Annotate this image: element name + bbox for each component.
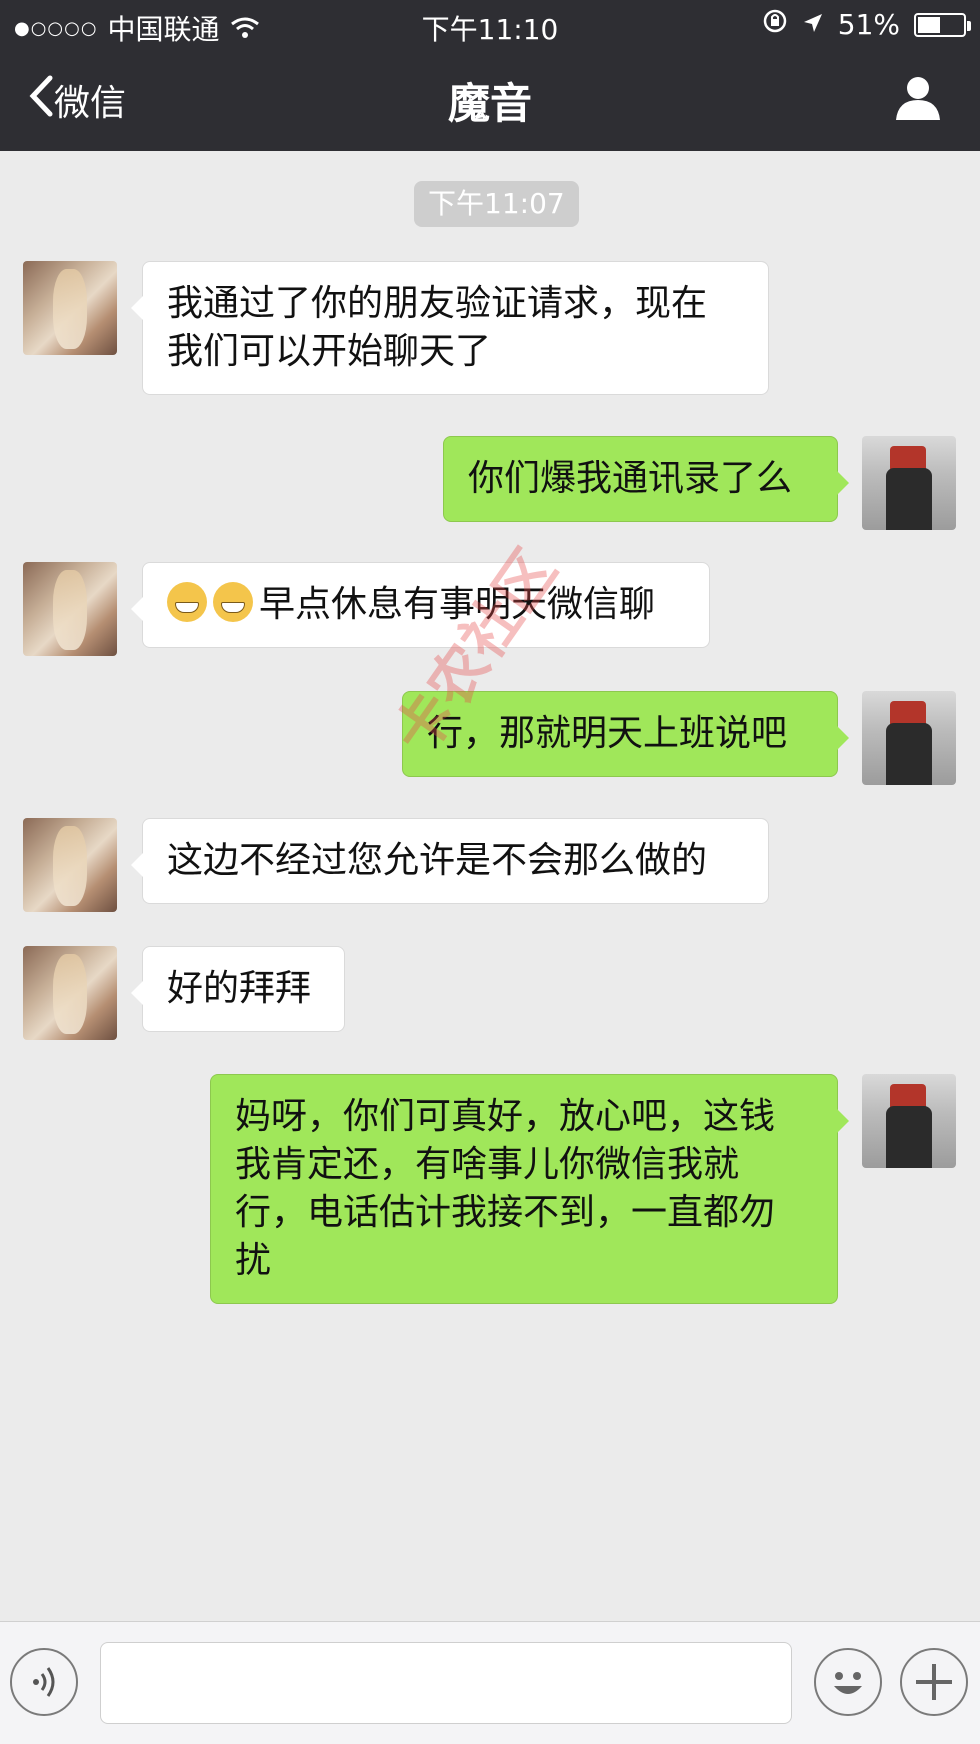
- message-line: 你们爆我通讯录了么: [468, 458, 793, 499]
- contact-avatar[interactable]: [23, 562, 117, 656]
- plus-icon: [902, 1664, 966, 1718]
- contact-profile-button[interactable]: [894, 74, 942, 122]
- my-avatar[interactable]: [862, 436, 956, 530]
- person-icon: [894, 77, 942, 126]
- incoming-message-bubble[interactable]: 好的拜拜: [131, 946, 345, 1032]
- status-bar: ●○○○○ 中国联通 下午11:10 51%: [0, 0, 980, 48]
- contact-avatar[interactable]: [23, 946, 117, 1040]
- message-input[interactable]: [100, 1642, 792, 1724]
- my-avatar[interactable]: [862, 691, 956, 785]
- voice-icon: [12, 1667, 76, 1718]
- grinning-emoji-icon: [213, 582, 253, 622]
- message-line: 这边不经过您允许是不会那么做的: [167, 840, 708, 881]
- chat-area[interactable]: 下午11:07 我通过了你的朋友验证请求，现在 我们可以开始聊天了 你们爆我通讯…: [0, 151, 980, 1621]
- message-line: 好的拜拜: [167, 968, 312, 1009]
- emoji-button[interactable]: [814, 1648, 882, 1716]
- outgoing-message-bubble[interactable]: 妈呀，你们可真好，放心吧，这钱 我肯定还，有啥事儿你微信我就 行，电话估计我接不…: [210, 1074, 849, 1304]
- message-timestamp: 下午11:07: [414, 181, 579, 227]
- message-line: 妈呀，你们可真好，放心吧，这钱: [235, 1096, 776, 1137]
- input-bar: [0, 1621, 980, 1744]
- message-line: 我们可以开始聊天了: [167, 331, 492, 372]
- rotation-lock-icon: [762, 8, 788, 41]
- message-line: 扰: [235, 1240, 272, 1281]
- navigation-bar: 微信 魔音: [0, 48, 980, 151]
- message-line: 我通过了你的朋友验证请求，现在: [167, 283, 708, 324]
- message-line: 早点休息有事明天微信聊: [167, 581, 687, 629]
- battery-percent: 51%: [837, 8, 900, 41]
- outgoing-message-bubble[interactable]: 你们爆我通讯录了么: [443, 436, 849, 522]
- top-bar: ●○○○○ 中国联通 下午11:10 51% 微信 魔音: [0, 0, 980, 151]
- more-options-button[interactable]: [900, 1648, 968, 1716]
- contact-avatar[interactable]: [23, 261, 117, 355]
- incoming-message-bubble[interactable]: 这边不经过您允许是不会那么做的: [131, 818, 769, 904]
- location-arrow-icon: [802, 8, 824, 41]
- battery-icon: [914, 12, 971, 37]
- my-avatar[interactable]: [862, 1074, 956, 1168]
- incoming-message-bubble[interactable]: 我通过了你的朋友验证请求，现在 我们可以开始聊天了: [131, 261, 769, 395]
- message-line: 行，那就明天上班说吧: [427, 713, 788, 754]
- smiley-icon: [816, 1672, 880, 1718]
- chat-title: 魔音: [447, 79, 532, 128]
- grinning-emoji-icon: [167, 582, 207, 622]
- message-line: 行，电话估计我接不到，一直都勿: [235, 1192, 776, 1233]
- voice-input-button[interactable]: [10, 1648, 78, 1716]
- message-line: 我肯定还，有啥事儿你微信我就: [235, 1144, 740, 1185]
- incoming-message-bubble[interactable]: 早点休息有事明天微信聊: [131, 562, 710, 648]
- contact-avatar[interactable]: [23, 818, 117, 912]
